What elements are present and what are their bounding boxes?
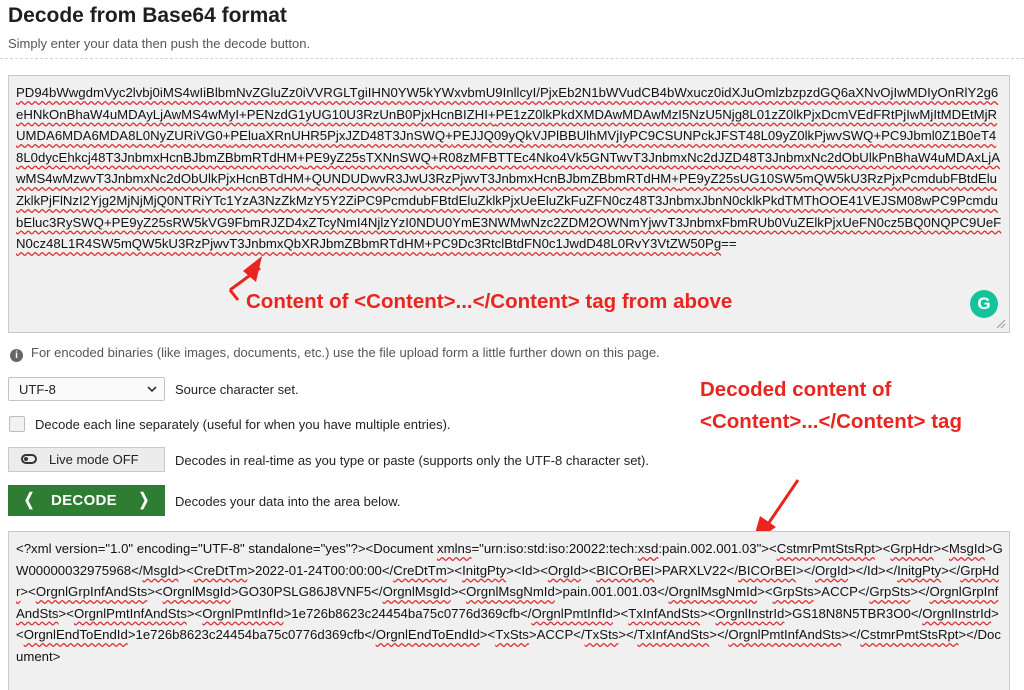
output-text-segment: <?xml version="1.0" encoding="UTF-8" sta… (16, 541, 438, 556)
output-text-segment: ></Id></ (847, 562, 898, 578)
output-text-segment: OrgnlMsgId (382, 584, 451, 600)
output-text-segment: TxInfAndSts (637, 627, 710, 643)
output-text-segment: >ACCP</ (528, 627, 585, 643)
output-text-segment: :pain.002.001.03">< (658, 541, 777, 556)
output-text-segment: OrgnlEndToEndId (375, 627, 480, 643)
live-mode-label-text: Live mode OFF (49, 452, 139, 467)
output-text-segment: >GO30PSLG86J8VNF5</ (230, 584, 383, 600)
output-text-segment: ="urn:iso:std:iso:20022:tech: (471, 541, 638, 556)
output-text-segment: GrpHdr (890, 541, 934, 556)
output-text-segment: OrgnlMsgNmId (668, 584, 758, 600)
output-text-segment: ></ (910, 584, 930, 600)
info-icon: i (10, 349, 23, 362)
arrow-to-input-icon (228, 256, 262, 301)
decode-description: Decodes your data into the area below. (175, 494, 401, 509)
output-text-segment: ></ (618, 627, 638, 643)
output-text-segment: CreDtTm (193, 562, 248, 578)
output-text-segment: >< (147, 584, 163, 600)
output-text-segment: >1e726b8623c24454ba75c0776d369cfb</ (127, 627, 376, 643)
output-text-segment: OrgnlPmtInfAndSts (73, 605, 187, 621)
output-text-segment: InitgPty (462, 562, 507, 578)
output-text-segment: OrgnlEndToEndId (23, 627, 128, 643)
output-text-segment: BICOrBEI (738, 562, 796, 578)
output-text-segment: >< (700, 605, 716, 621)
output-text-segment: >1e726b8623c24454ba75c0776d369cfb</ (283, 605, 532, 621)
output-text-segment: CstmrPmtStsRpt (860, 627, 959, 643)
info-row: i For encoded binaries (like images, docu… (10, 345, 660, 362)
output-text-segment: ><Id>< (506, 562, 548, 578)
output-text-segment: >< (450, 584, 467, 600)
chevron-down-icon (147, 386, 157, 393)
output-text-segment: GrpSts (869, 584, 911, 600)
output-text-segment: >GS18N8N5TBR3O0</ (784, 605, 923, 621)
output-text-segment: >< (178, 562, 194, 578)
output-text: <?xml version="1.0" encoding="UTF-8" sta… (16, 541, 1003, 664)
charset-label: Source character set. (175, 382, 299, 397)
output-text-segment: OrgnlPmtInfId (202, 605, 284, 621)
output-text-segment: >< (446, 562, 463, 578)
output-text-segment: OrgnlMsgNmId (466, 584, 555, 600)
output-text-segment: >PARXLV22</ (654, 562, 739, 578)
output-text-segment: InitgPty (897, 562, 942, 578)
output-text-segment: OrgnlMsgId (162, 584, 231, 600)
decode-button[interactable]: ❬ DECODE ❭ (8, 485, 165, 516)
decode-button-label: DECODE (51, 492, 117, 509)
output-text-segment: GrpSts (772, 584, 814, 600)
output-text-segment: OrgId (815, 562, 848, 578)
output-text-segment: >ACCP</ (813, 584, 870, 600)
toggle-icon (21, 454, 37, 464)
decoded-output-textarea[interactable]: <?xml version="1.0" encoding="UTF-8" sta… (8, 531, 1010, 690)
output-text-segment: MsgId (948, 541, 985, 556)
output-text-segment: >< (58, 605, 74, 621)
output-text-segment: CreDtTm (393, 562, 447, 578)
output-text-segment: >< (186, 605, 203, 621)
output-text-segment: ></ (795, 562, 815, 578)
output-text-segment: MsgId (142, 562, 179, 578)
output-text-segment: CstmrPmtStsRpt (776, 541, 875, 556)
output-text-segment: >< (479, 627, 496, 643)
decode-each-line-checkbox[interactable] (9, 416, 25, 432)
output-text-segment: ></ (841, 627, 861, 643)
output-text-segment: BICOrBEI (596, 562, 655, 578)
output-text-segment: OrgId (547, 562, 581, 578)
output-text-segment: >< (612, 605, 629, 621)
output-text-segment: >2022-01-24T00:00:00</ (247, 562, 394, 578)
chevron-left-icon: ❬ (22, 490, 37, 509)
output-text-segment: OrgnlGrpInfAndSts (35, 584, 148, 600)
output-text-segment: OrgnlPmtInfAndSts (728, 627, 842, 643)
chevron-right-icon: ❭ (136, 490, 151, 509)
output-text-segment: >< (933, 541, 949, 556)
output-text-segment: >< (757, 584, 773, 600)
decode-each-line-label: Decode each line separately (useful for … (35, 417, 451, 432)
charset-select[interactable]: UTF-8 (8, 377, 165, 401)
output-text-segment: TxSts (584, 627, 619, 643)
output-text-segment: ></ (941, 562, 961, 578)
info-text: For encoded binaries (like images, docum… (31, 345, 660, 360)
output-text-segment: xmlns (437, 541, 472, 556)
output-text-segment: ></ (709, 627, 729, 643)
live-mode-description: Decodes in real-time as you type or past… (175, 453, 649, 468)
output-text-segment: OrgnlInstrId (715, 605, 785, 621)
charset-value: UTF-8 (19, 382, 56, 397)
output-text-segment: >< (874, 541, 891, 556)
output-text-segment: >< (20, 584, 36, 600)
output-text-segment: OrgnlPmtInfId (531, 605, 613, 621)
output-text-segment: xsd (637, 541, 659, 556)
live-mode-button[interactable]: Live mode OFF (8, 447, 165, 472)
output-text-segment: TxInfAndSts (628, 605, 701, 621)
output-text-segment: >< (580, 562, 597, 578)
output-text-segment: TxSts (495, 627, 529, 643)
output-text-segment: >pain.001.001.03</ (554, 584, 669, 600)
output-text-segment: OrgnlInstrId (922, 605, 992, 621)
